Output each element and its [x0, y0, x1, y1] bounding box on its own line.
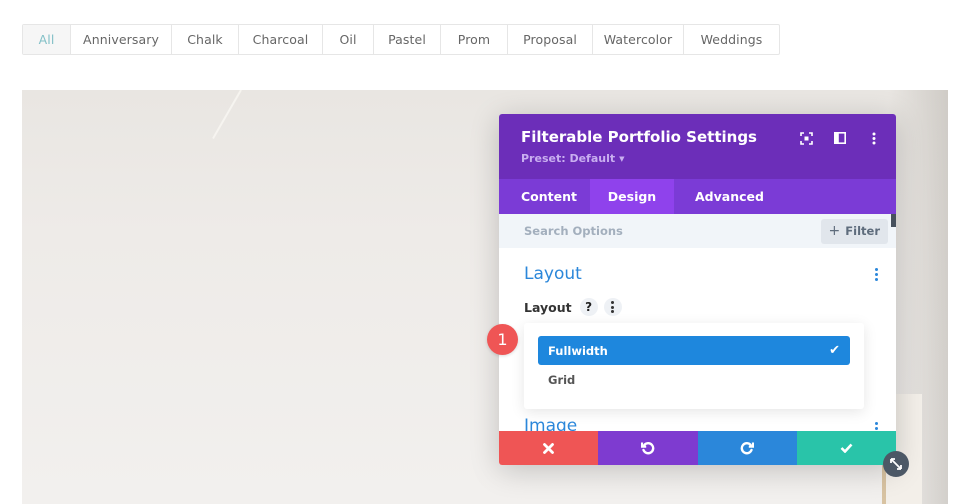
more-options-icon[interactable] [866, 130, 882, 146]
option-label: Fullwidth [548, 343, 608, 358]
layout-dropdown: Fullwidth ✔ Grid [524, 323, 864, 409]
layout-field-row: Layout ? [499, 284, 896, 316]
option-grid[interactable]: Grid [538, 365, 850, 394]
plus-icon: + [828, 223, 841, 239]
layout-section-header[interactable]: Layout [499, 248, 896, 284]
filter-anniversary[interactable]: Anniversary [71, 25, 172, 54]
portfolio-filter-bar: All Anniversary Chalk Charcoal Oil Paste… [22, 24, 780, 55]
filter-weddings[interactable]: Weddings [684, 25, 779, 54]
split-view-icon[interactable] [832, 130, 848, 146]
caret-down-icon: ▼ [619, 154, 625, 163]
resize-icon [890, 458, 902, 470]
layout-section-title: Layout [524, 264, 582, 284]
filter-all[interactable]: All [23, 25, 71, 54]
step-badge: 1 [487, 324, 518, 355]
search-row: + Filter [499, 214, 896, 248]
undo-button[interactable] [598, 431, 698, 465]
redo-icon [740, 442, 755, 455]
filter-oil[interactable]: Oil [323, 25, 374, 54]
checkmark-icon: ✔ [829, 343, 840, 358]
search-options-input[interactable] [524, 224, 724, 238]
tab-content[interactable]: Content [499, 179, 590, 214]
modal-footer [499, 431, 896, 465]
filter-chalk[interactable]: Chalk [172, 25, 239, 54]
option-label: Grid [548, 372, 576, 387]
focus-icon[interactable] [798, 130, 814, 146]
checkmark-icon [840, 443, 853, 453]
filter-button[interactable]: + Filter [820, 218, 888, 244]
field-options-icon[interactable] [603, 298, 622, 316]
redo-button[interactable] [697, 431, 797, 465]
preset-label: Preset: Default [521, 152, 616, 165]
resize-handle[interactable] [883, 451, 909, 477]
save-button[interactable] [796, 431, 896, 465]
modal-header[interactable]: Filterable Portfolio Settings Preset: De… [499, 114, 896, 179]
filter-pastel[interactable]: Pastel [374, 25, 441, 54]
preset-selector[interactable]: Preset: Default ▼ [521, 152, 625, 165]
filter-proposal[interactable]: Proposal [508, 25, 593, 54]
help-icon[interactable]: ? [579, 298, 598, 316]
close-icon [543, 442, 555, 454]
modal-tabs: Content Design Advanced [499, 179, 896, 214]
filter-watercolor[interactable]: Watercolor [593, 25, 684, 54]
image-detail [212, 90, 242, 139]
page: All Anniversary Chalk Charcoal Oil Paste… [0, 0, 960, 504]
layout-field-label: Layout [524, 299, 572, 315]
section-options-icon[interactable] [870, 267, 882, 281]
filter-charcoal[interactable]: Charcoal [239, 25, 323, 54]
filter-button-label: Filter [845, 224, 880, 238]
header-icons [798, 130, 882, 146]
option-fullwidth[interactable]: Fullwidth ✔ [538, 336, 850, 365]
cancel-button[interactable] [499, 431, 599, 465]
settings-modal: Filterable Portfolio Settings Preset: De… [499, 114, 896, 465]
tab-advanced[interactable]: Advanced [674, 179, 764, 214]
tab-design[interactable]: Design [590, 179, 674, 214]
undo-icon [640, 442, 655, 455]
scrollbar-thumb[interactable] [891, 214, 896, 227]
filter-prom[interactable]: Prom [441, 25, 508, 54]
